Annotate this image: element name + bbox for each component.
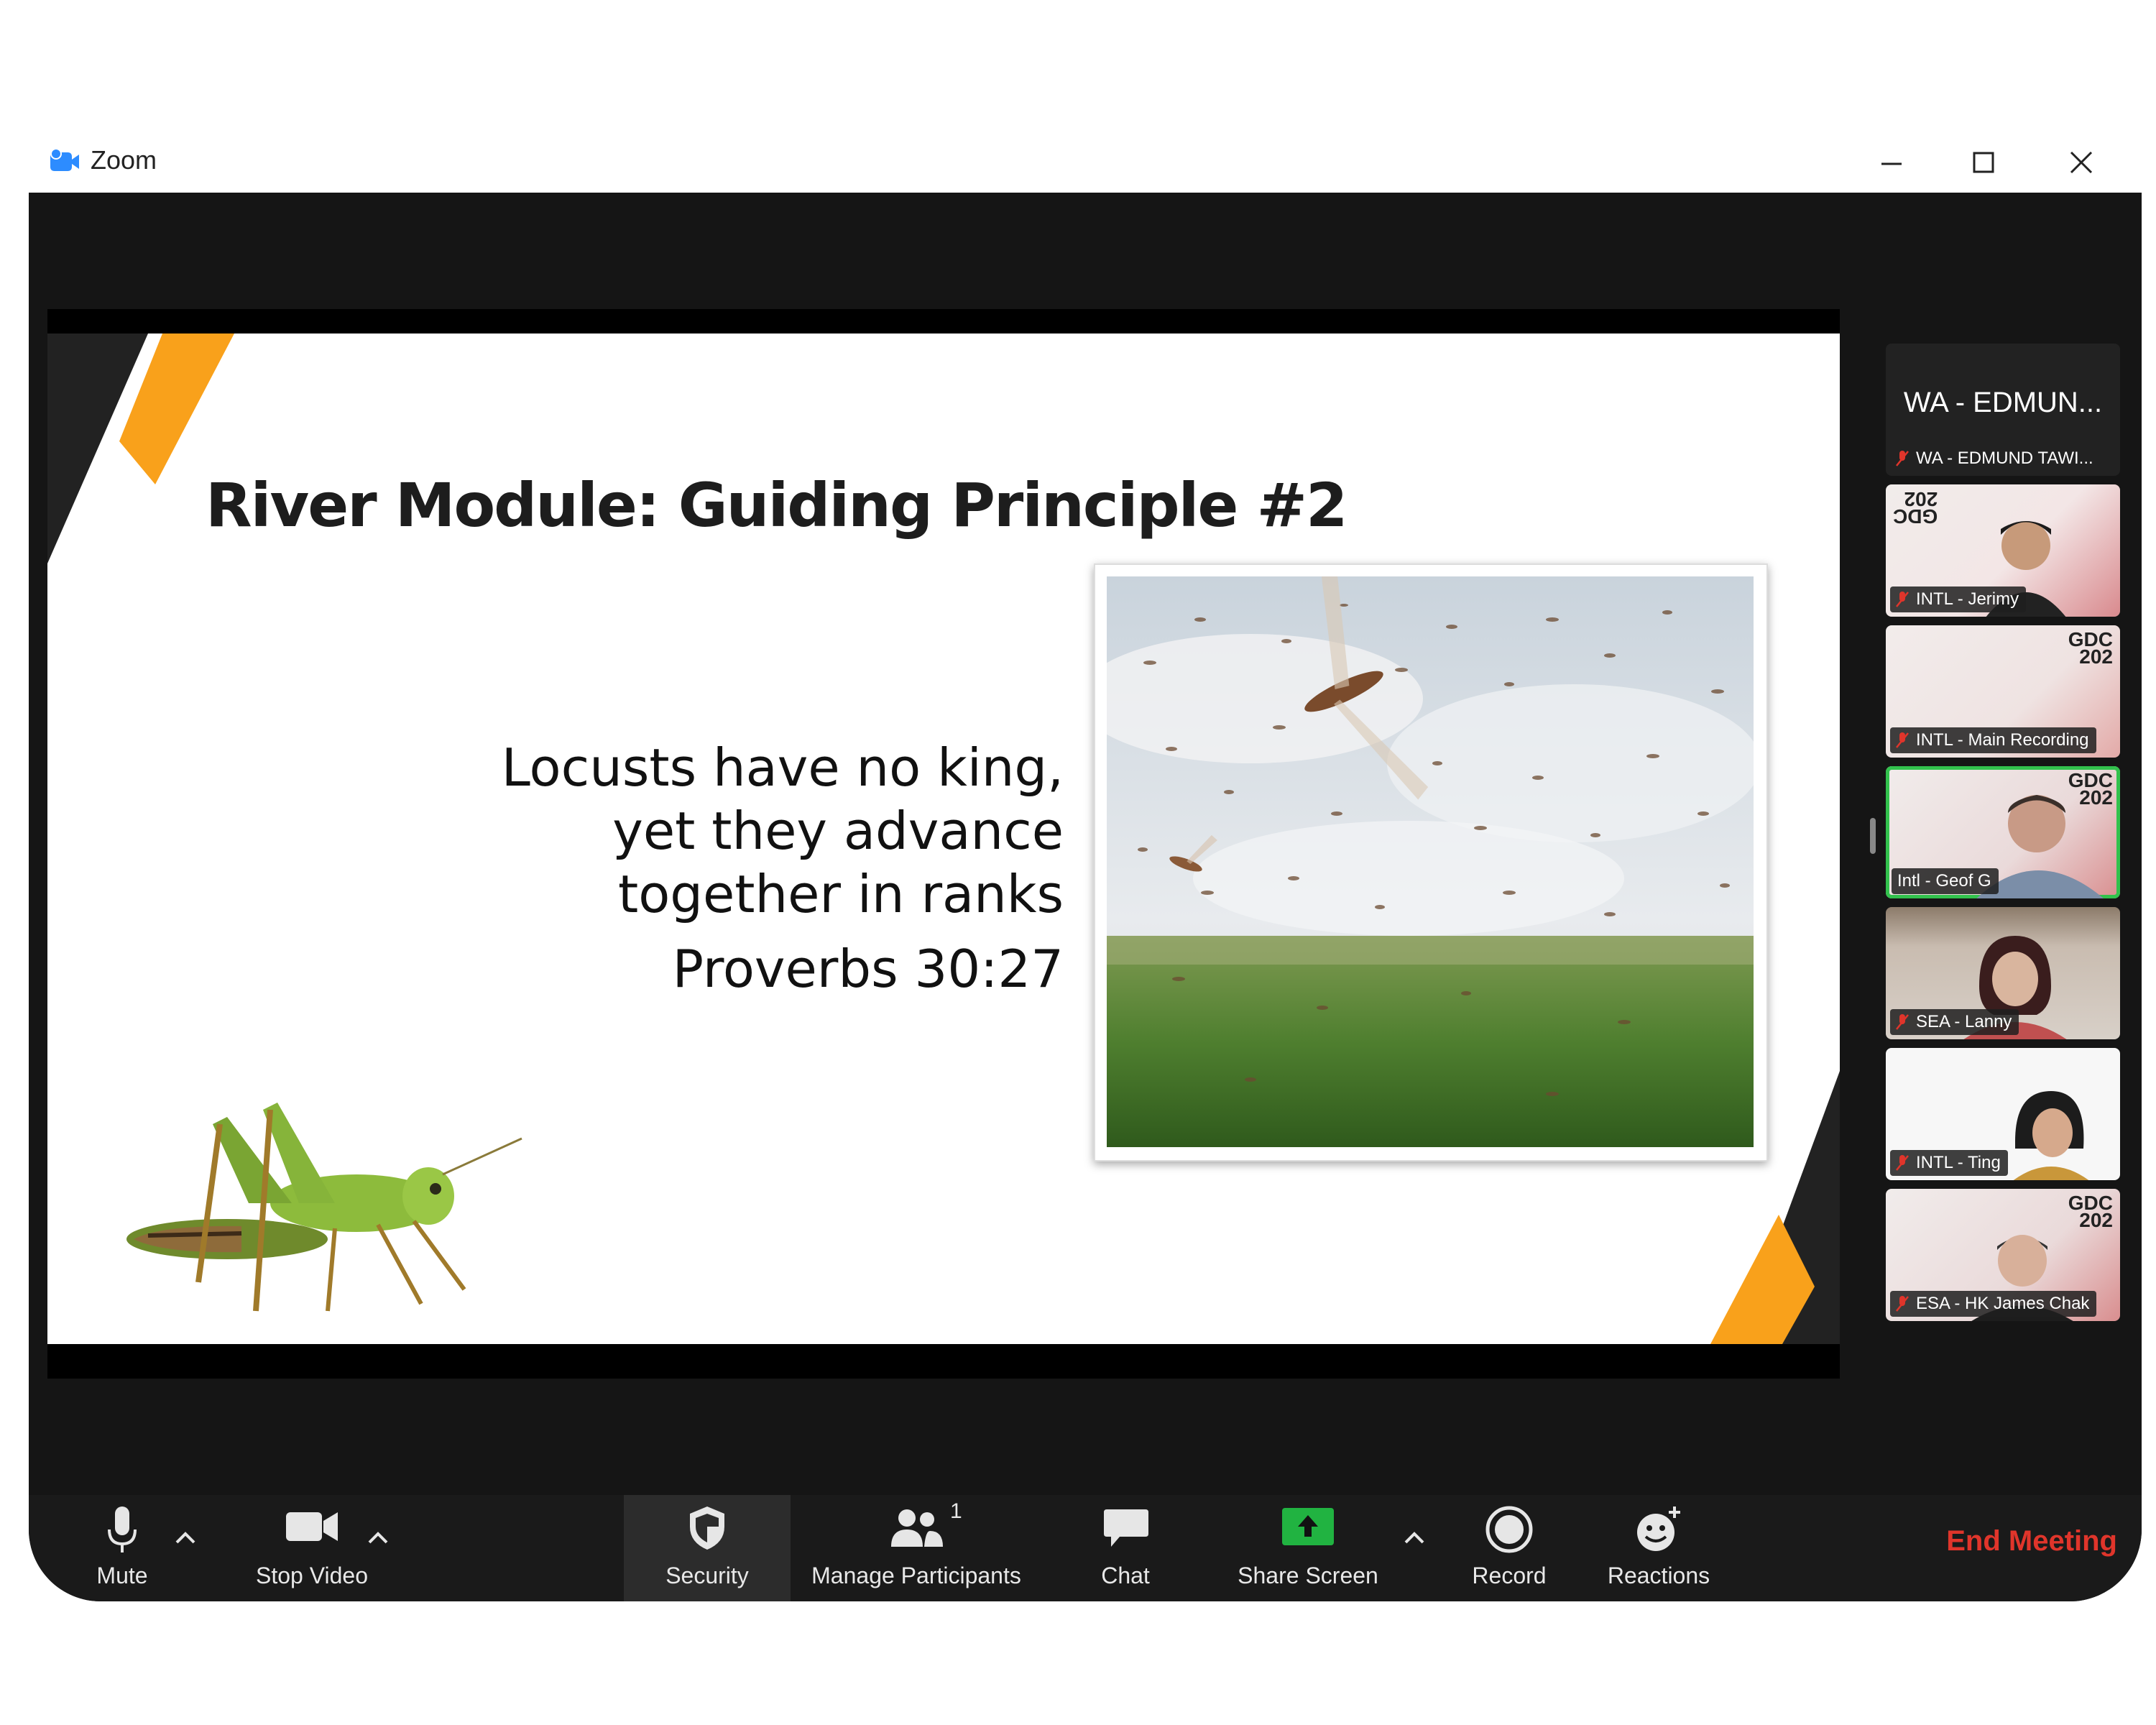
participant-name-tag: ESA - HK James Chak	[1890, 1291, 2097, 1317]
security-button[interactable]: Security	[624, 1495, 791, 1601]
stop-video-label: Stop Video	[256, 1563, 368, 1588]
reactions-label: Reactions	[1607, 1563, 1710, 1588]
participants-icon	[891, 1509, 943, 1547]
mic-muted-icon	[1896, 451, 1909, 466]
meeting-window: River Module: Guiding Principle #2 Locus…	[29, 193, 2142, 1601]
participant-name-tag: Intl - Geof G	[1892, 868, 1999, 894]
shared-screen: River Module: Guiding Principle #2 Locus…	[47, 309, 1840, 1379]
reactions-button[interactable]: Reactions	[1587, 1495, 1731, 1601]
panel-resize-handle[interactable]	[1870, 818, 1876, 854]
record-label: Record	[1472, 1563, 1547, 1588]
participant-tile[interactable]: SEA - Lanny	[1886, 907, 2120, 1039]
manage-participants-button[interactable]: 1 Manage Participants	[798, 1495, 1035, 1601]
zoom-logo-icon	[50, 148, 79, 171]
shield-icon	[690, 1506, 724, 1550]
mute-button[interactable]: Mute	[57, 1495, 187, 1601]
quote-line-2: yet they advance	[612, 801, 1064, 861]
manage-participants-label: Manage Participants	[811, 1563, 1021, 1588]
presentation-slide: River Module: Guiding Principle #2 Locus…	[47, 334, 1840, 1344]
close-icon[interactable]	[2060, 141, 2103, 184]
stop-video-button[interactable]: Stop Video	[218, 1495, 405, 1601]
participant-video	[2013, 1091, 2089, 1180]
slide-verse-reference: Proverbs 30:27	[672, 939, 1064, 999]
participant-name-tag: INTL - Ting	[1890, 1150, 2008, 1176]
chat-button[interactable]: Chat	[1075, 1495, 1176, 1601]
featured-participant-name: WA - EDMUN...	[1903, 387, 2103, 418]
chat-bubble-icon	[1104, 1509, 1148, 1547]
mic-muted-icon	[1896, 592, 1909, 607]
featured-participant-tile[interactable]: WA - EDMUN... WA - EDMUND TAWI...	[1886, 344, 2120, 476]
slide-title: River Module: Guiding Principle #2	[206, 470, 1348, 540]
chevron-up-icon[interactable]	[171, 1527, 200, 1548]
featured-participant-label: WA - EDMUND TAWI...	[1890, 446, 2101, 472]
participant-tile[interactable]: GDC 202 INTL - Jerimy	[1886, 484, 2120, 617]
minimize-icon[interactable]	[1870, 141, 1913, 184]
mic-muted-icon	[1896, 1155, 1909, 1171]
mic-muted-icon	[1896, 1014, 1909, 1030]
corner-decoration-top-left	[47, 334, 234, 564]
participant-tile[interactable]: GDC 202 ESA - HK James Chak	[1886, 1189, 2120, 1321]
participant-tile[interactable]: GDC 202 INTL - Main Recording	[1886, 625, 2120, 758]
quote-line-3: together in ranks	[617, 864, 1064, 924]
grasshopper-illustration	[126, 1103, 522, 1312]
microphone-icon	[108, 1506, 137, 1552]
participant-name-tag: INTL - Main Recording	[1890, 727, 2096, 753]
participant-tile[interactable]: INTL - Ting	[1886, 1048, 2120, 1180]
record-icon	[1485, 1506, 1533, 1553]
security-label: Security	[665, 1563, 749, 1588]
share-screen-label: Share Screen	[1238, 1563, 1378, 1588]
participant-tile-active-speaker[interactable]: GDC 202 Intl - Geof G	[1886, 766, 2120, 898]
slide-quote: Locusts have no king, yet they advance t…	[502, 736, 1064, 926]
gdc-logo: GDC 202	[1893, 488, 1938, 528]
participant-name-tag: INTL - Jerimy	[1890, 586, 2027, 612]
participant-count-badge: 1	[950, 1499, 962, 1523]
locust-swarm-photo	[1094, 564, 1768, 1162]
maximize-icon[interactable]	[1962, 141, 2005, 184]
mute-label: Mute	[96, 1563, 148, 1588]
emoji-icon	[1637, 1506, 1680, 1551]
video-camera-icon	[286, 1512, 338, 1541]
quote-line-1: Locusts have no king,	[501, 737, 1064, 798]
record-button[interactable]: Record	[1452, 1495, 1567, 1601]
chat-label: Chat	[1101, 1563, 1150, 1588]
participant-name-tag: SEA - Lanny	[1890, 1009, 2019, 1035]
mic-muted-icon	[1896, 1296, 1909, 1312]
end-meeting-button[interactable]: End Meeting	[1946, 1525, 2117, 1558]
meeting-toolbar: Mute Stop Video Security 1 Manage Partic…	[29, 1495, 2142, 1601]
gdc-logo: GDC 202	[2068, 628, 2113, 668]
title-bar: Zoom	[29, 137, 2142, 194]
mic-muted-icon	[1896, 732, 1909, 748]
app-title: Zoom	[91, 145, 157, 175]
chevron-up-icon[interactable]	[364, 1527, 392, 1548]
share-screen-button[interactable]: Share Screen	[1215, 1495, 1401, 1601]
share-screen-icon	[1282, 1508, 1334, 1545]
chevron-up-icon[interactable]	[1400, 1527, 1429, 1548]
